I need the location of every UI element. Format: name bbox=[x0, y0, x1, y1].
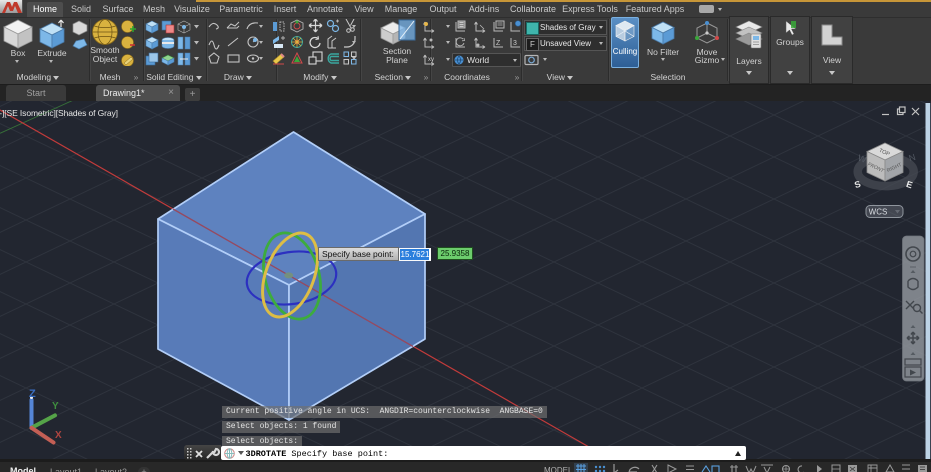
svg-text:Z: Z bbox=[29, 388, 36, 400]
svg-text:X: X bbox=[55, 430, 62, 441]
svg-text:3: 3 bbox=[513, 40, 517, 47]
svg-text:WCS: WCS bbox=[869, 208, 888, 217]
svg-text:xy: xy bbox=[428, 57, 434, 63]
svg-text:Y: Y bbox=[52, 401, 59, 412]
svg-text:Z: Z bbox=[496, 40, 501, 47]
